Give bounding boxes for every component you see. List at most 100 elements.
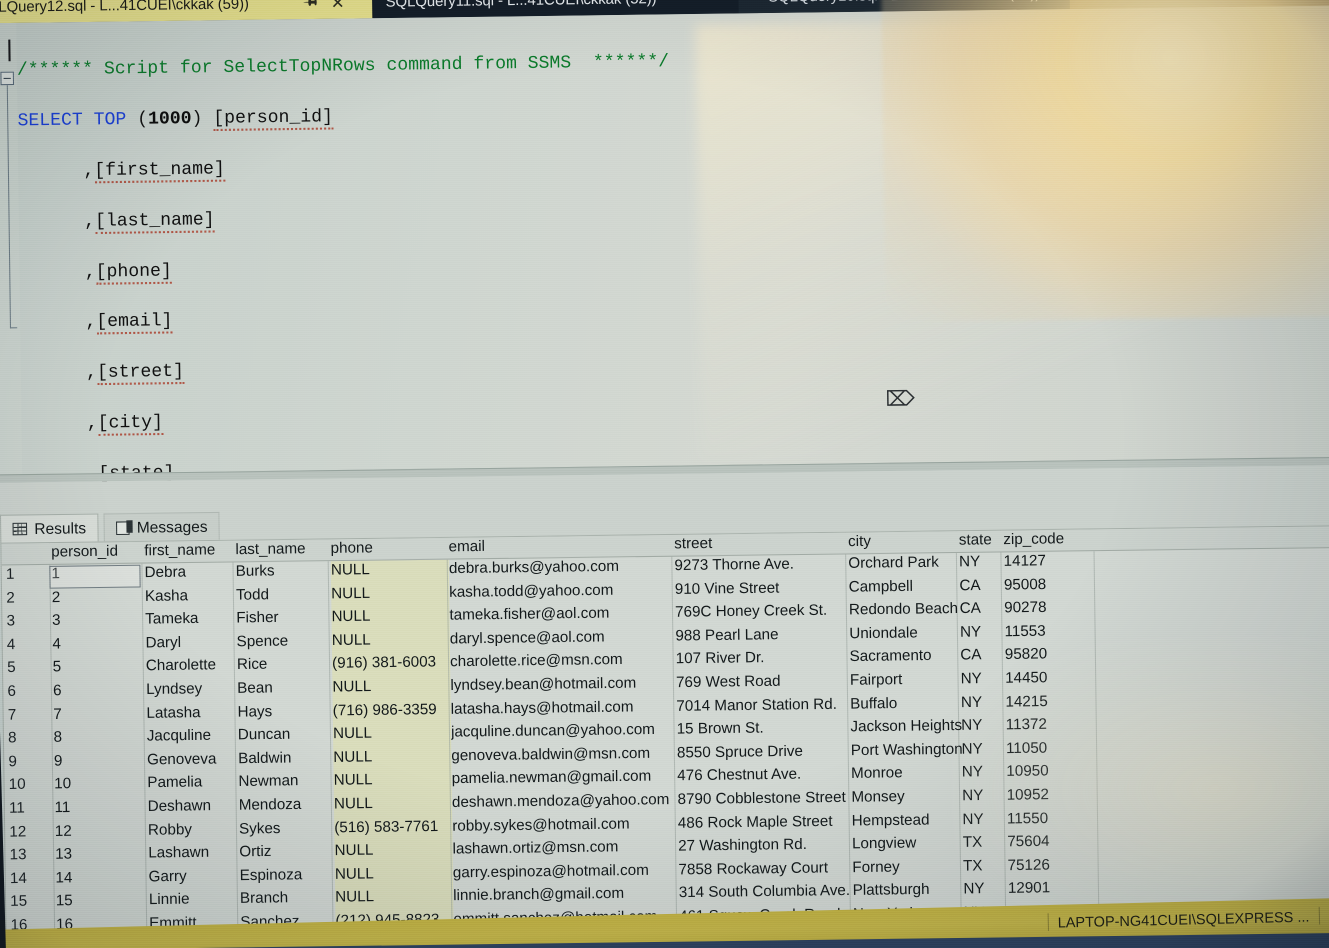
cell-state[interactable]: NY	[961, 670, 998, 687]
cell-first-name[interactable]: Genoveva	[147, 751, 232, 769]
cell-last-name[interactable]: Espinoza	[240, 866, 333, 884]
cell-last-name[interactable]: Sykes	[239, 819, 332, 837]
header-city[interactable]: city	[848, 532, 967, 550]
cell-first-name[interactable]: Garry	[148, 868, 233, 886]
cell-state[interactable]: NY	[960, 624, 997, 641]
cell-phone[interactable]: (716) 986-3359	[333, 701, 455, 719]
header-phone[interactable]: phone	[331, 539, 453, 557]
cell-phone[interactable]: NULL	[334, 771, 456, 789]
cell-first-name[interactable]: Debra	[145, 564, 230, 582]
cell-state[interactable]: NY	[963, 881, 1000, 898]
header-person-id[interactable]: person_id	[51, 543, 136, 561]
cell-email[interactable]: genoveva.baldwin@msn.com	[451, 745, 674, 764]
cell-email[interactable]: robby.sykes@hotmail.com	[452, 815, 675, 834]
cell-state[interactable]: TX	[963, 857, 1000, 874]
cell-phone[interactable]: NULL	[333, 724, 455, 742]
cell-person-id[interactable]: 10	[54, 775, 139, 793]
cell-street[interactable]: 910 Vine Street	[675, 579, 846, 598]
cell-city[interactable]: Port Washington	[851, 741, 970, 759]
cell-state[interactable]: CA	[960, 647, 997, 664]
cell-email[interactable]: pamelia.newman@gmail.com	[452, 768, 675, 787]
cell-city[interactable]: Longview	[852, 834, 971, 852]
cell-zip-code[interactable]: 95820	[1005, 646, 1071, 663]
cell-state[interactable]: TX	[963, 834, 1000, 851]
cell-street[interactable]: 769 West Road	[676, 672, 847, 691]
header-state[interactable]: state	[959, 532, 996, 549]
cell-last-name[interactable]: Hays	[237, 703, 330, 721]
cell-first-name[interactable]: Tameka	[145, 610, 230, 628]
cell-last-name[interactable]: Fisher	[236, 609, 329, 627]
header-street[interactable]: street	[674, 534, 845, 553]
cell-street[interactable]: 7858 Rockaway Court	[678, 859, 849, 878]
cell-city[interactable]: Redondo Beach	[849, 601, 968, 619]
cell-email[interactable]: deshawn.mendoza@yahoo.com	[452, 792, 675, 811]
cell-first-name[interactable]: Latasha	[146, 704, 231, 722]
cell-email[interactable]: charolette.rice@msn.com	[450, 651, 673, 670]
cell-person-id[interactable]: 9	[54, 752, 139, 770]
header-first-name[interactable]: first_name	[144, 542, 229, 560]
cell-street[interactable]: 8790 Cobblestone Street	[677, 789, 848, 808]
cell-last-name[interactable]: Burks	[236, 562, 329, 580]
cell-first-name[interactable]: Daryl	[145, 634, 230, 652]
cell-email[interactable]: linnie.branch@gmail.com	[453, 885, 676, 904]
cell-state[interactable]: CA	[960, 600, 997, 617]
cell-city[interactable]: Sacramento	[849, 647, 968, 665]
cell-person-id[interactable]: 11	[54, 799, 139, 817]
cell-last-name[interactable]: Bean	[237, 679, 330, 697]
cell-city[interactable]: Forney	[852, 858, 971, 876]
tab-results[interactable]: Results	[0, 513, 99, 542]
cell-city[interactable]: Fairport	[850, 671, 969, 689]
cell-first-name[interactable]: Pamelia	[147, 774, 232, 792]
cell-street[interactable]: 314 South Columbia Ave.	[679, 883, 850, 902]
cell-street[interactable]: 107 River Dr.	[676, 649, 847, 668]
cell-person-id[interactable]: 12	[55, 822, 140, 840]
header-email[interactable]: email	[448, 536, 671, 555]
cell-zip-code[interactable]: 10950	[1006, 763, 1072, 780]
cell-last-name[interactable]: Rice	[237, 656, 330, 674]
results-grid[interactable]: person_id first_name last_name phone ema…	[0, 525, 1329, 948]
cell-zip-code[interactable]: 14215	[1005, 693, 1071, 710]
cell-zip-code[interactable]: 14450	[1005, 669, 1071, 686]
grid-body[interactable]: 11DebraBurksNULLdebra.burks@yahoo.com927…	[2, 548, 1329, 948]
cell-street[interactable]: 769C Honey Creek St.	[675, 602, 846, 621]
cell-person-id[interactable]: 7	[53, 705, 138, 723]
cell-email[interactable]: lashawn.ortiz@msn.com	[452, 838, 675, 857]
cell-city[interactable]: Hempstead	[852, 811, 971, 829]
cell-street[interactable]: 486 Rock Maple Street	[678, 813, 849, 832]
cell-person-id[interactable]: 5	[53, 658, 138, 676]
cell-email[interactable]: daryl.spence@aol.com	[450, 628, 673, 647]
cell-phone[interactable]: NULL	[331, 584, 453, 602]
header-zip-code[interactable]: zip_code	[1003, 531, 1069, 548]
cell-phone[interactable]: NULL	[335, 865, 457, 883]
cell-person-id[interactable]: 14	[55, 869, 140, 887]
cell-last-name[interactable]: Spence	[237, 632, 330, 650]
cell-phone[interactable]: NULL	[335, 888, 457, 906]
cell-state[interactable]: NY	[961, 741, 998, 758]
cell-zip-code[interactable]: 11372	[1006, 716, 1072, 733]
cell-phone[interactable]: (516) 583-7761	[334, 818, 456, 836]
cell-zip-code[interactable]: 75126	[1007, 857, 1073, 874]
tab-messages[interactable]: Messages	[103, 512, 220, 541]
cell-street[interactable]: 27 Washington Rd.	[678, 836, 849, 855]
header-last-name[interactable]: last_name	[235, 541, 328, 559]
cell-last-name[interactable]: Mendoza	[239, 796, 332, 814]
cell-street[interactable]: 476 Chestnut Ave.	[677, 766, 848, 785]
cell-last-name[interactable]: Newman	[238, 773, 331, 791]
cell-phone[interactable]: NULL	[331, 561, 453, 579]
cell-phone[interactable]: NULL	[332, 631, 454, 649]
cell-person-id[interactable]: 3	[52, 612, 137, 630]
cell-person-id[interactable]: 1	[51, 565, 136, 583]
cell-phone[interactable]: NULL	[333, 748, 455, 766]
cell-state[interactable]: NY	[961, 694, 998, 711]
cell-city[interactable]: Jackson Heights	[850, 718, 969, 736]
cell-person-id[interactable]: 6	[53, 682, 138, 700]
cell-state[interactable]: NY	[962, 764, 999, 781]
cell-last-name[interactable]: Todd	[236, 586, 329, 604]
cell-zip-code[interactable]: 11550	[1007, 810, 1073, 827]
close-icon[interactable]: ✕	[331, 0, 345, 14]
cell-person-id[interactable]: 4	[52, 635, 137, 653]
cell-phone[interactable]: (916) 381-6003	[332, 654, 454, 672]
cell-state[interactable]: NY	[962, 787, 999, 804]
cell-first-name[interactable]: Linnie	[149, 891, 234, 909]
cell-phone[interactable]: NULL	[334, 794, 456, 812]
